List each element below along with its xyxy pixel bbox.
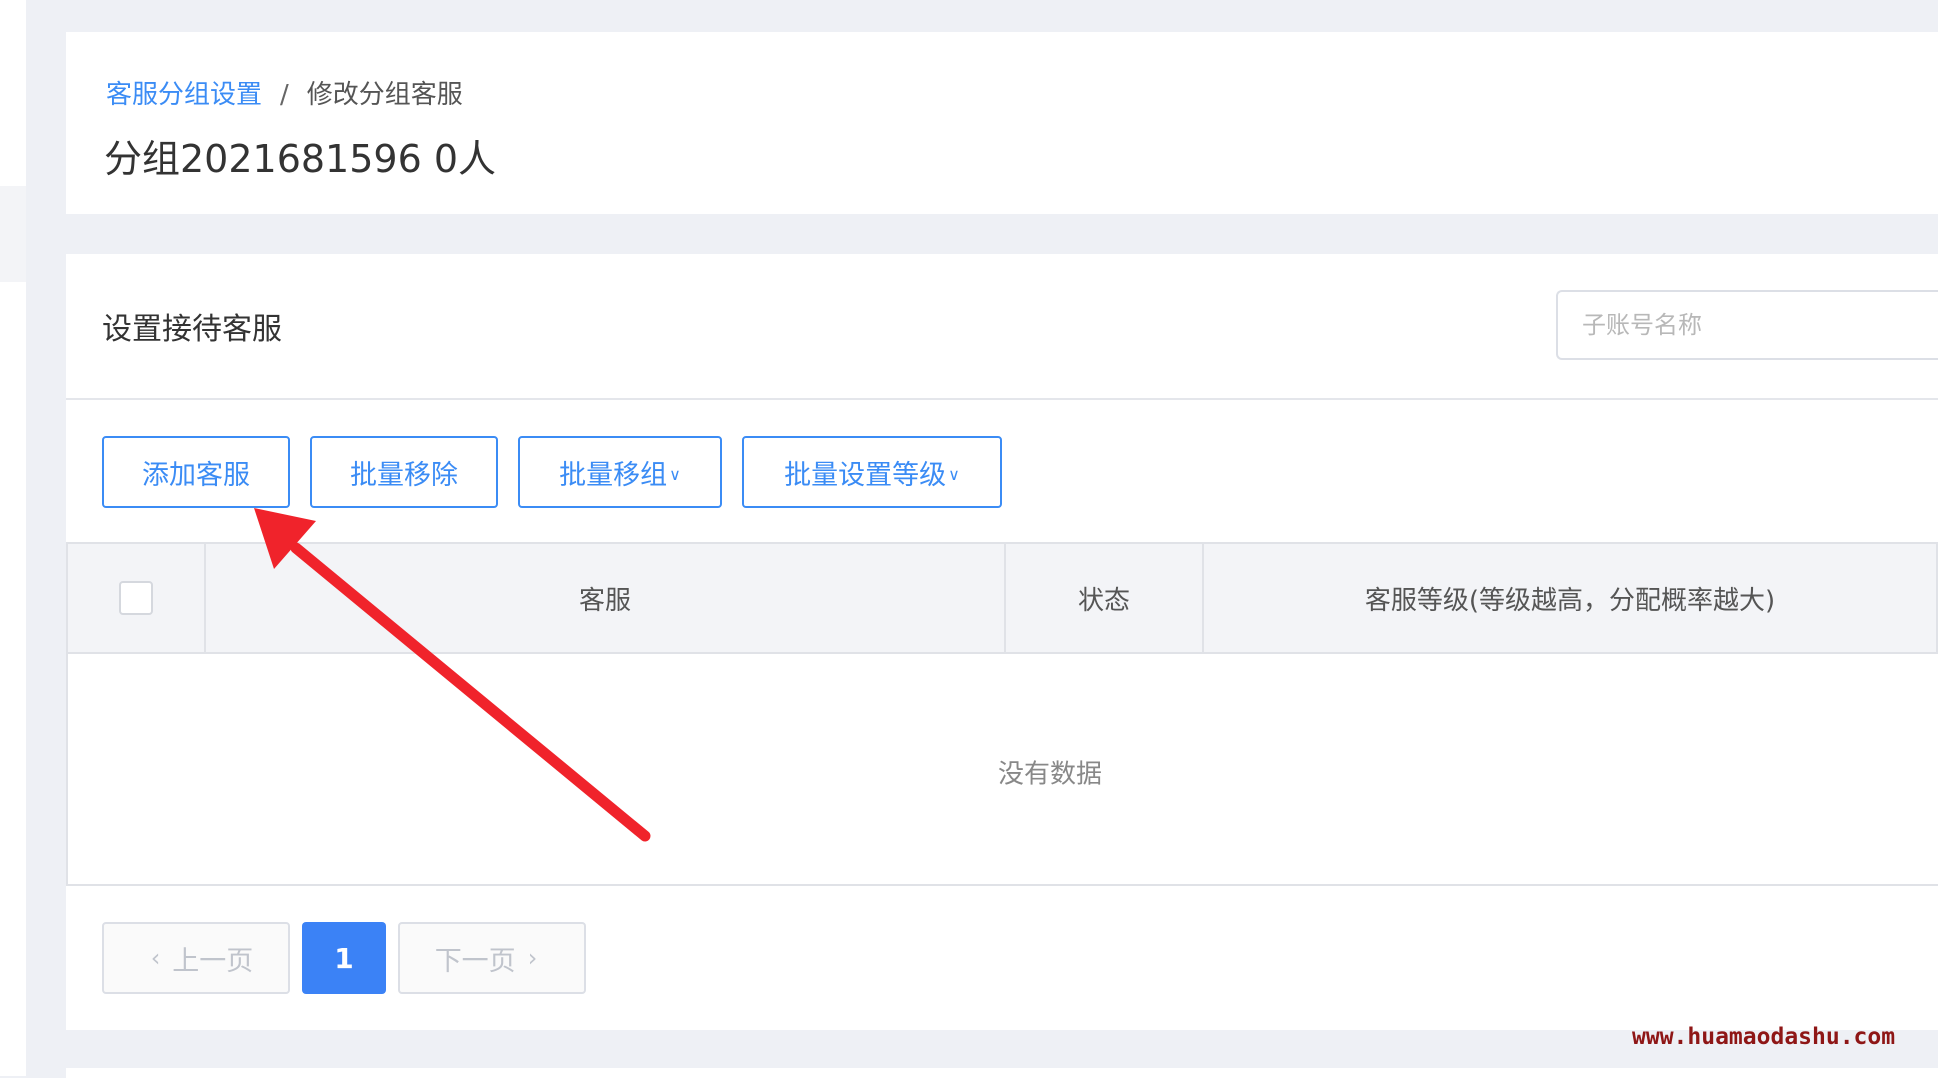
- add-agent-button-label: 添加客服: [142, 459, 250, 491]
- batch-set-level-button[interactable]: 批量设置等级 ∨: [742, 436, 1002, 508]
- divider: [66, 398, 1938, 400]
- batch-remove-button-label: 批量移除: [350, 459, 458, 491]
- add-agent-button[interactable]: 添加客服: [102, 436, 290, 508]
- table-body: 没有数据: [66, 654, 1938, 886]
- breadcrumb-separator: /: [280, 80, 289, 110]
- next-page-label: 下一页: [434, 945, 516, 977]
- column-select-all: [68, 544, 206, 652]
- main-card: 设置接待客服 添加客服 批量移除 批量移组∨ 批量设置等级∨ 客服 状态 客服等…: [66, 254, 1938, 1030]
- empty-state-text: 没有数据: [997, 759, 1103, 790]
- chevron-down-icon: ∨: [948, 464, 960, 484]
- table-header: 客服 状态 客服等级(等级越高，分配概率越大): [66, 542, 1938, 654]
- batch-move-group-button[interactable]: 批量移组 ∨: [518, 436, 722, 508]
- next-page-button[interactable]: 下一页 ›: [398, 922, 586, 994]
- select-all-checkbox[interactable]: [119, 581, 153, 615]
- batch-remove-button[interactable]: 批量移除: [310, 436, 498, 508]
- breadcrumb: 客服分组设置 / 修改分组客服: [106, 74, 463, 111]
- prev-page-button[interactable]: ‹ 上一页: [102, 922, 290, 994]
- batch-move-group-button-label: 批量移组: [559, 459, 668, 491]
- left-sidebar: [0, 0, 26, 1076]
- watermark: www.huamaodashu.com: [1632, 1024, 1896, 1050]
- breadcrumb-link-group-settings[interactable]: 客服分组设置: [106, 80, 262, 110]
- chevron-left-icon: ‹: [150, 944, 161, 972]
- bottom-card: [66, 1068, 1938, 1078]
- header-card: 客服分组设置 / 修改分组客服 分组2021681596 0人: [66, 32, 1938, 214]
- page-1-button[interactable]: 1: [302, 922, 386, 994]
- breadcrumb-current: 修改分组客服: [306, 80, 463, 110]
- chevron-down-icon: ∨: [669, 464, 681, 484]
- column-header-level: 客服等级(等级越高，分配概率越大): [1204, 544, 1938, 652]
- column-header-agent: 客服: [206, 544, 1006, 652]
- batch-set-level-button-label: 批量设置等级: [784, 459, 947, 491]
- section-title: 设置接待客服: [102, 312, 282, 347]
- page-title: 分组2021681596 0人: [104, 137, 497, 181]
- column-header-status: 状态: [1006, 544, 1204, 652]
- chevron-right-icon: ›: [527, 944, 538, 972]
- prev-page-label: 上一页: [172, 945, 254, 977]
- sidebar-tab[interactable]: [0, 186, 26, 282]
- search-input[interactable]: [1556, 290, 1938, 360]
